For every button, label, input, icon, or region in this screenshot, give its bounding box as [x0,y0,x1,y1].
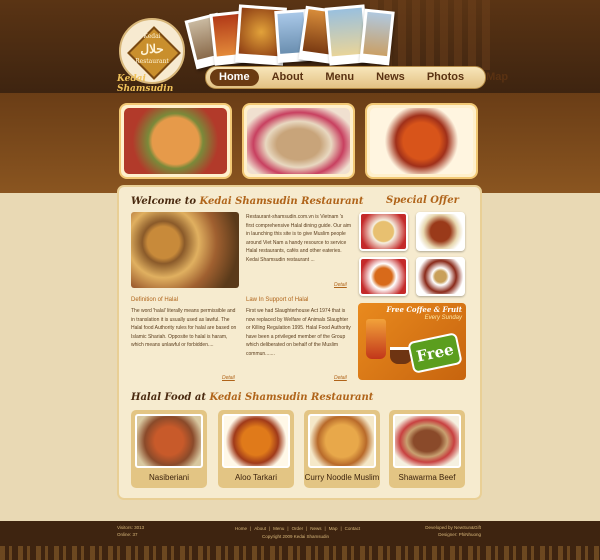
footer-link-map[interactable]: Map [329,526,338,531]
welcome-heading: Welcome to Kedai Shamsudin Restaurant [131,196,364,207]
skyline-decoration [0,546,600,560]
footer-link-menu[interactable]: Menu [273,526,284,531]
logo-halal-text: حلال [140,42,164,56]
offer-thumb[interactable] [359,212,408,251]
food-photo [135,414,203,468]
halal-food-card[interactable]: Curry Noodle Muslim [304,410,380,488]
definition-text: The word 'halal' literally means permiss… [131,308,237,348]
halal-food-card[interactable]: Shawarma Beef [389,410,465,488]
nav-map[interactable]: Map [477,69,517,86]
halal-food-heading: Halal Food at Kedai Shamsudin Restaurant [131,392,374,403]
food-photo [370,108,473,174]
footer-link-about[interactable]: About [254,526,266,531]
food-name: Nasiberiani [148,473,190,482]
promo-subtitle: Every Sunday [424,315,462,321]
food-photo [393,414,461,468]
photo-polaroid [359,8,395,66]
food-photo [124,108,227,174]
credits: Developed by NewSun&Gift Designer: PhiNh… [425,525,481,537]
promo-title: Free Coffee & Fruit [386,305,462,314]
special-offer-heading: Special Offer [386,195,459,206]
offer-thumb[interactable] [416,257,465,296]
nav-about[interactable]: About [263,69,313,86]
offer-thumb[interactable] [416,212,465,251]
logo-top-text: Kedai [143,33,161,40]
food-name: Aloo Tarkari [234,473,278,482]
copyright: Copyright 2009 Kedai Shamsudin [262,534,330,539]
nav-home[interactable]: Home [210,69,259,86]
definition-detail-link[interactable]: Detail [222,375,235,381]
food-photo [222,414,290,468]
law-title[interactable]: Law In Support of Halal [246,297,308,303]
offer-thumb[interactable] [359,257,408,296]
featured-food-panel[interactable] [365,103,478,179]
footer-links: Home | About | Menu | Order | News | Map… [235,526,361,531]
featured-food-panel[interactable] [119,103,232,179]
law-detail-link[interactable]: Detail [334,375,347,381]
nav-photos[interactable]: Photos [418,69,473,86]
main-nav: Home About Menu News Photos Map [205,66,508,89]
food-photo [308,414,376,468]
halal-food-card[interactable]: Aloo Tarkari [218,410,294,488]
logo-bottom-text: Restaurant [135,58,169,65]
juice-glass-icon [366,319,386,359]
footer-link-news[interactable]: News [310,526,321,531]
free-coffee-promo[interactable]: Free Coffee & Fruit Every Sunday Free [358,303,466,380]
brand-name: Kedai Shamsudin [117,74,174,94]
welcome-detail-link[interactable]: Detail [334,282,347,288]
food-photo [247,108,350,174]
food-name: Curry Noodle Muslim [304,473,380,482]
footer-link-contact[interactable]: Contact [345,526,361,531]
halal-food-card[interactable]: Nasiberiani [131,410,207,488]
nav-news[interactable]: News [367,69,414,86]
welcome-photo [131,212,239,288]
footer-link-order[interactable]: Order [292,526,304,531]
footer-link-home[interactable]: Home [235,526,247,531]
welcome-text: Restaurant-shamsudin.com.vn is Vietnam '… [246,214,352,263]
featured-food-panel[interactable] [242,103,355,179]
free-badge: Free [407,332,463,374]
definition-title[interactable]: Definition of Halal [131,297,178,303]
visitor-counter: Visitors: 3013 Online: 37 [117,525,145,537]
nav-menu[interactable]: Menu [316,69,363,86]
food-name: Shawarma Beef [398,473,456,482]
law-text: First we had Slaughterhouse Act 1974 tha… [246,308,351,357]
